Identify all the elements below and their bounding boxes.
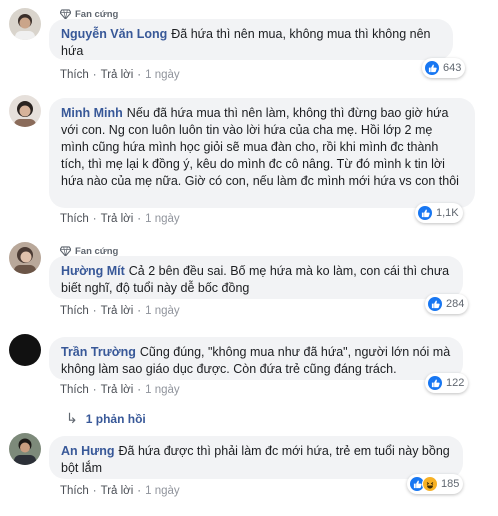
timestamp[interactable]: 1 ngày [145, 213, 180, 225]
author-name[interactable]: Trần Trường [61, 345, 136, 359]
reaction-summary[interactable]: 284 [425, 294, 469, 314]
reaction-summary[interactable]: 122 [425, 373, 469, 393]
comment-actions: Thích · Trả lời · 1 ngày [60, 305, 180, 317]
comment-text: Đã hứa được thì phải làm đc mới hứa, trẻ… [61, 444, 450, 475]
reply-arrow-icon: ↳ [66, 410, 78, 426]
reply-button[interactable]: Trả lời [101, 485, 134, 497]
like-button[interactable]: Thích [60, 213, 89, 225]
reaction-count: 643 [443, 62, 462, 74]
like-icon [427, 375, 443, 391]
reaction-summary[interactable]: 643 [422, 58, 466, 78]
reply-button[interactable]: Trả lời [101, 384, 134, 396]
timestamp[interactable]: 1 ngày [145, 69, 180, 81]
reaction-count: 284 [446, 298, 465, 310]
comment-actions: Thích · Trả lời · 1 ngày [60, 213, 180, 225]
author-name[interactable]: Hường Mít [61, 264, 125, 278]
reaction-count: 185 [441, 478, 460, 490]
comment-bubble: Trần Trường Cũng đúng, "không mua như đã … [49, 337, 463, 380]
reaction-count: 122 [446, 377, 465, 389]
like-icon [417, 205, 433, 221]
reply-button[interactable]: Trả lời [101, 213, 134, 225]
comment-bubble: An Hưng Đã hứa được thì phải làm đc mới h… [49, 436, 463, 479]
reaction-summary[interactable]: 185 [407, 474, 464, 494]
author-name[interactable]: An Hưng [61, 444, 115, 458]
reply-button[interactable]: Trả lời [101, 305, 134, 317]
avatar[interactable] [9, 433, 41, 465]
like-button[interactable]: Thích [60, 69, 89, 81]
timestamp[interactable]: 1 ngày [145, 305, 180, 317]
comment-actions: Thích · Trả lời · 1 ngày [60, 69, 180, 81]
timestamp[interactable]: 1 ngày [145, 485, 180, 497]
timestamp[interactable]: 1 ngày [145, 384, 180, 396]
comment-bubble: Minh Minh Nếu đã hứa mua thì nên làm, khô… [49, 98, 475, 208]
comment-bubble: Nguyễn Văn Long Đã hứa thì nên mua, không… [49, 19, 453, 60]
avatar[interactable] [9, 95, 41, 127]
author-name[interactable]: Nguyễn Văn Long [61, 27, 167, 41]
like-button[interactable]: Thích [60, 485, 89, 497]
reaction-count: 1,1K [436, 207, 459, 219]
replies-count-label[interactable]: 1 phản hồi [86, 412, 146, 426]
like-button[interactable]: Thích [60, 384, 89, 396]
comment-actions: Thích · Trả lời · 1 ngày [60, 485, 180, 497]
reaction-summary[interactable]: 1,1K [415, 203, 463, 223]
avatar[interactable] [9, 8, 41, 40]
like-icon [427, 296, 443, 312]
like-button[interactable]: Thích [60, 305, 89, 317]
author-name[interactable]: Minh Minh [61, 106, 123, 120]
avatar[interactable] [9, 334, 41, 366]
like-icon [424, 60, 440, 76]
comment-actions: Thích · Trả lời · 1 ngày [60, 384, 180, 396]
avatar[interactable] [9, 242, 41, 274]
comment-bubble: Hường Mít Cả 2 bên đều sai. Bố mẹ hứa mà … [49, 256, 463, 299]
haha-icon [422, 476, 438, 492]
reply-button[interactable]: Trả lời [101, 69, 134, 81]
view-replies-link[interactable]: ↳ 1 phản hồi [66, 410, 146, 427]
